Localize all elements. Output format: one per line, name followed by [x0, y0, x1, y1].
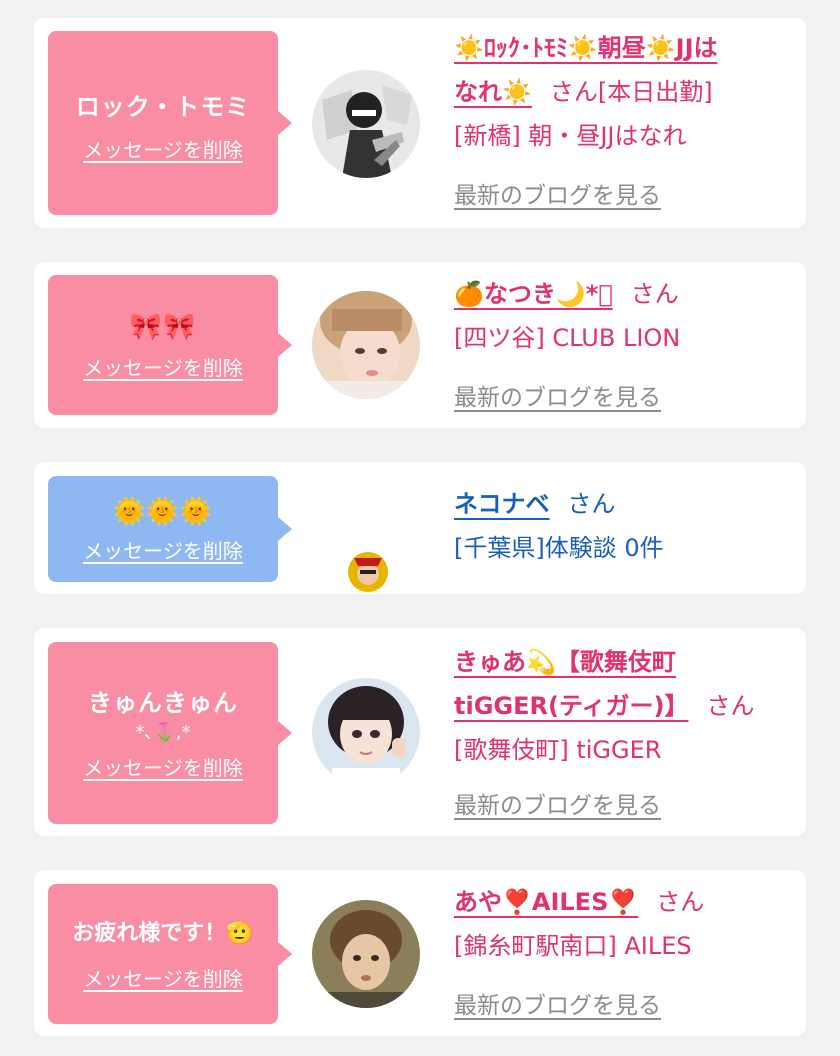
message-text: お疲れ様です！🫡 — [72, 920, 254, 946]
honorific: さん — [706, 692, 755, 720]
contact-card: 🌞🌞🌞 メッセージを削除 ネコナベ さん [千葉県]体験談 0件 — [34, 462, 806, 594]
contact-card: きゅんきゅん *､🌷,* メッセージを削除 きゅあ💫【歌舞伎町 tiGGER(テ… — [34, 628, 806, 836]
contact-name-link[interactable]: ネコナベ — [454, 490, 550, 518]
message-text: 🌞🌞🌞 — [112, 496, 214, 527]
avatar[interactable] — [348, 552, 388, 592]
status-text: [本日出勤] — [597, 78, 713, 106]
contact-name-link[interactable]: きゅあ💫【歌舞伎町 — [454, 648, 676, 676]
avatar[interactable] — [312, 70, 420, 178]
shop-text: [錦糸町駅南口] AILES — [454, 932, 692, 960]
contact-name-link[interactable]: あや❣️AILES❣️ — [454, 888, 638, 916]
blog-link[interactable]: 最新のブログを見る — [454, 986, 661, 1020]
delete-message-link[interactable]: メッセージを削除 — [83, 752, 243, 781]
avatar[interactable] — [312, 291, 420, 399]
honorific: さん — [630, 280, 679, 308]
shop-text: [四ツ谷] CLUB LION — [454, 324, 681, 352]
avatar[interactable] — [312, 678, 420, 786]
blog-link[interactable]: 最新のブログを見る — [454, 786, 661, 820]
contact-name-link[interactable]: 🍊なつき🌙*ﾟ — [454, 280, 613, 308]
contact-info: 🍊なつき🌙*ﾟ さん [四ツ谷] CLUB LION — [454, 272, 788, 360]
contact-info: ☀️ﾛｯｸ･ﾄﾓﾐ☀️朝昼☀️JJは なれ☀️ さん[本日出勤] [新橋] 朝・昼… — [454, 26, 788, 158]
blog-link[interactable]: 最新のブログを見る — [454, 378, 661, 412]
shop-text: [歌舞伎町] tiGGER — [454, 736, 662, 764]
contact-name-link[interactable]: ☀️ﾛｯｸ･ﾄﾓﾐ☀️朝昼☀️JJは — [454, 34, 718, 62]
contact-info: きゅあ💫【歌舞伎町 tiGGER(ティガー)】 さん [歌舞伎町] tiGGER — [454, 640, 788, 772]
message-text: ロック・トモミ — [75, 92, 251, 121]
message-bubble: お疲れ様です！🫡 メッセージを削除 — [48, 884, 292, 1024]
message-text: 🎀🎀 — [129, 311, 197, 342]
woman-photo-avatar-icon — [312, 900, 420, 1008]
shop-text: [千葉県]体験談 0件 — [454, 534, 664, 562]
message-text: きゅんきゅん — [88, 688, 238, 717]
contact-info: ネコナベ さん [千葉県]体験談 0件 — [454, 482, 788, 570]
blog-link[interactable]: 最新のブログを見る — [454, 176, 661, 210]
idol-photo-avatar-icon — [312, 678, 420, 786]
delete-message-link[interactable]: メッセージを削除 — [83, 963, 243, 992]
contact-info: あや❣️AILES❣️ さん [錦糸町駅南口] AILES — [454, 880, 788, 968]
message-bubble: きゅんきゅん *､🌷,* メッセージを削除 — [48, 642, 292, 824]
message-bubble: 🌞🌞🌞 メッセージを削除 — [48, 476, 292, 582]
avatar[interactable] — [312, 900, 420, 1008]
delete-message-link[interactable]: メッセージを削除 — [83, 535, 243, 564]
shop-text: [新橋] 朝・昼JJはなれ — [454, 122, 687, 150]
small-user-avatar-icon — [348, 552, 388, 592]
girl-photo-avatar-icon — [312, 291, 420, 399]
delete-message-link[interactable]: メッセージを削除 — [83, 352, 243, 381]
contact-card: お疲れ様です！🫡 メッセージを削除 あや❣️AILES❣️ さん [錦糸町駅南口]… — [34, 870, 806, 1036]
contact-name-link-cont[interactable]: tiGGER(ティガー)】 — [454, 692, 688, 720]
honorific: さん — [549, 78, 598, 106]
contact-card: 🎀🎀 メッセージを削除 🍊なつき🌙*ﾟ さん [四ツ谷] CLUB LION 最新… — [34, 262, 806, 428]
honorific: さん — [567, 490, 616, 518]
delete-message-link[interactable]: メッセージを削除 — [83, 134, 243, 163]
honorific: さん — [656, 888, 705, 916]
message-bubble: ロック・トモミ メッセージを削除 — [48, 31, 292, 215]
message-bubble: 🎀🎀 メッセージを削除 — [48, 275, 292, 415]
contact-card: ロック・トモミ メッセージを削除 ☀️ﾛｯｸ･ﾄﾓﾐ☀️朝昼☀️JJは なれ☀️… — [34, 18, 806, 228]
contact-name-link-cont[interactable]: なれ☀️ — [454, 78, 532, 106]
message-subtext: *､🌷,* — [135, 721, 191, 743]
manga-avatar-icon — [312, 70, 420, 178]
